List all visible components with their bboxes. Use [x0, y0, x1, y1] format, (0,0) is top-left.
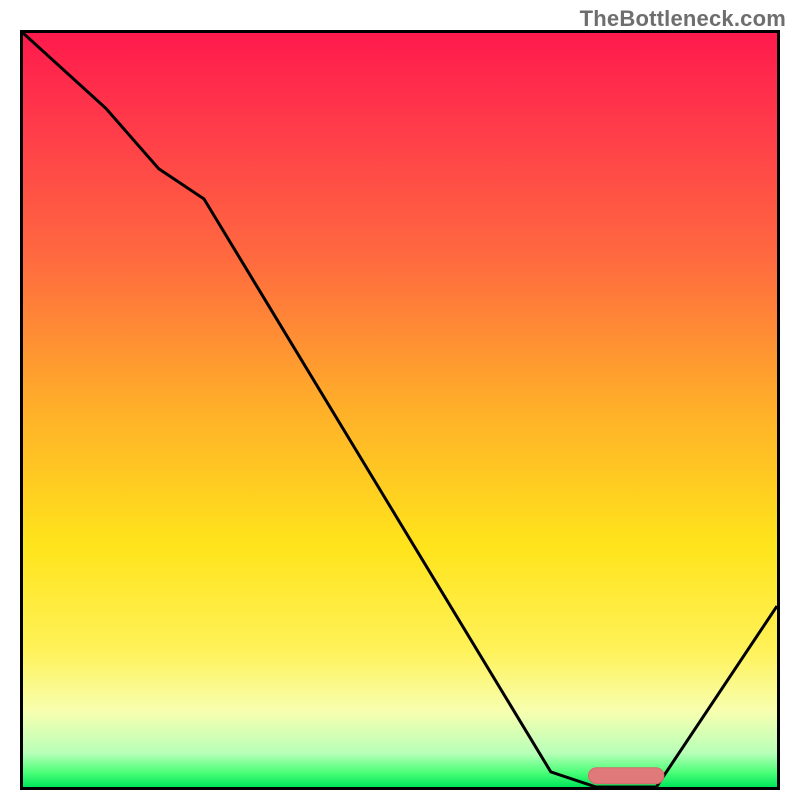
attribution-label: TheBottleneck.com: [580, 6, 786, 32]
curve-layer: [23, 33, 777, 787]
bottleneck-curve: [23, 33, 777, 787]
plot-area: [23, 33, 777, 787]
plot-frame: [20, 30, 780, 790]
optimal-marker: [589, 768, 664, 784]
chart-container: TheBottleneck.com: [0, 0, 800, 800]
